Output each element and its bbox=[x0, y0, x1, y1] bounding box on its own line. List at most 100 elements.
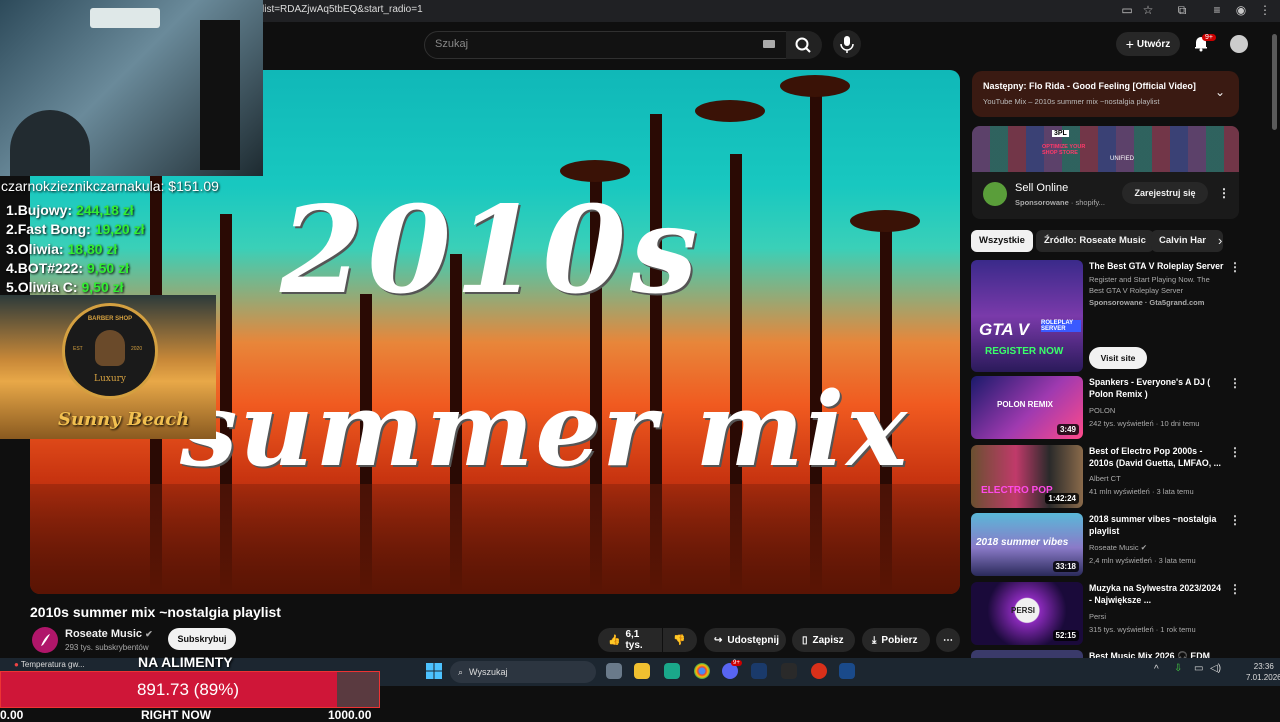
barber-face-graphic bbox=[95, 330, 125, 366]
page-scrollbar[interactable] bbox=[1272, 34, 1277, 130]
channel-name-text: Roseate Music bbox=[1089, 543, 1139, 552]
save-label: Zapisz bbox=[812, 634, 844, 646]
channel-name[interactable]: Roseate Music ✔ bbox=[65, 628, 153, 640]
kebab-menu-icon[interactable]: ⋮ bbox=[1229, 376, 1241, 390]
more-actions-button[interactable]: ⋯ bbox=[936, 628, 960, 652]
task-view-icon[interactable] bbox=[606, 663, 622, 679]
ad-banner-optimize: OPTIMIZE YOUR SHOP STORE bbox=[1042, 144, 1086, 156]
sponsored-video-item[interactable]: GTA V ROLEPLAY SERVER REGISTER NOW The B… bbox=[971, 260, 1261, 372]
subscriber-count: 293 tys. subskrybentów bbox=[65, 643, 149, 652]
video-title[interactable]: Muzyka na Sylwestra 2023/2024 - Najwięks… bbox=[1089, 582, 1224, 606]
subscribe-button[interactable]: Subskrybuj bbox=[168, 628, 236, 650]
ad-collage-graphic bbox=[972, 126, 1239, 172]
epic-games-icon[interactable] bbox=[781, 663, 797, 679]
steam-icon[interactable] bbox=[839, 663, 855, 679]
video-thumbnail[interactable]: PERSI 52:15 bbox=[971, 582, 1083, 645]
channel-avatar[interactable] bbox=[32, 627, 58, 653]
recommended-video-item[interactable]: PERSI 52:15 Muzyka na Sylwestra 2023/202… bbox=[971, 582, 1261, 646]
recommended-video-item[interactable]: Best Music Mix 2026 🎧 EDM bbox=[971, 650, 1261, 658]
video-thumbnail[interactable] bbox=[971, 650, 1083, 658]
video-thumbnail[interactable]: POLON REMIX 3:49 bbox=[971, 376, 1083, 439]
tray-chevron-up-icon[interactable]: ^ bbox=[1154, 664, 1159, 675]
kebab-menu-icon[interactable]: ⋮ bbox=[1229, 445, 1241, 459]
extensions-icon[interactable]: ⧉ bbox=[1175, 3, 1189, 17]
verified-check-icon: ✔ bbox=[145, 629, 153, 639]
video-title[interactable]: Best Music Mix 2026 🎧 EDM bbox=[1089, 650, 1224, 658]
barber-shop-logo: BARBER SHOP EST 2020 Luxury bbox=[62, 303, 158, 399]
cast-icon[interactable]: ▭ bbox=[1120, 3, 1134, 17]
video-duration: 33:18 bbox=[1052, 561, 1079, 572]
video-title[interactable]: 2018 summer vibes ~nostalgia playlist bbox=[1089, 513, 1224, 537]
kebab-menu-icon[interactable]: ⋮ bbox=[1218, 186, 1230, 200]
video-title[interactable]: The Best GTA V Roleplay Server bbox=[1089, 260, 1224, 272]
kebab-menu-icon[interactable]: ⋮ bbox=[1229, 513, 1241, 527]
video-meta: 315 tys. wyświetleń · 1 rok temu bbox=[1089, 625, 1196, 634]
logo-top-text: BARBER SHOP bbox=[87, 316, 133, 322]
file-explorer-icon[interactable] bbox=[634, 663, 650, 679]
video-thumbnail[interactable]: GTA V ROLEPLAY SERVER REGISTER NOW bbox=[971, 260, 1083, 372]
ad-banner-image[interactable]: 3PL OPTIMIZE YOUR SHOP STORE UNIFIED bbox=[972, 126, 1239, 172]
leaderboard-row: 4.BOT#222: 9,50 zł bbox=[6, 259, 129, 276]
keyboard-icon[interactable] bbox=[763, 40, 775, 48]
channel-name[interactable]: Roseate Music ✔ bbox=[1089, 543, 1147, 552]
thermometer-icon: ● bbox=[14, 660, 19, 669]
kebab-menu-icon[interactable]: ⋮ bbox=[1229, 582, 1241, 596]
goal-scale: 0.00 RIGHT NOW 1000.00 bbox=[0, 708, 380, 722]
thumb-text: ELECTRO POP bbox=[981, 485, 1053, 496]
video-title[interactable]: Best of Electro Pop 2000s - 2010s (David… bbox=[1089, 445, 1224, 469]
reading-list-icon[interactable]: ≡ bbox=[1210, 3, 1224, 17]
palm-frond-graphic bbox=[560, 160, 630, 182]
video-thumbnail[interactable]: ELECTRO POP 1:42:24 bbox=[971, 445, 1083, 508]
ad-register-button[interactable]: Zarejestruj się bbox=[1122, 182, 1208, 204]
verified-check-icon: ✔ bbox=[1140, 543, 1147, 552]
volume-icon[interactable]: ◁) bbox=[1210, 663, 1221, 674]
save-button[interactable]: ▯ Zapisz bbox=[792, 628, 855, 652]
up-next-card[interactable]: Następny: Flo Rida - Good Feeling [Offic… bbox=[972, 71, 1239, 117]
chrome-icon[interactable] bbox=[694, 663, 710, 679]
video-title[interactable]: Spankers - Everyone's A DJ ( Polon Remix… bbox=[1089, 376, 1224, 400]
up-next-subtitle: YouTube Mix – 2010s summer mix ~nostalgi… bbox=[983, 97, 1160, 106]
voice-search-button[interactable] bbox=[833, 30, 861, 58]
recommended-video-item[interactable]: POLON REMIX 3:49 Spankers - Everyone's A… bbox=[971, 376, 1261, 440]
chevron-right-icon[interactable]: › bbox=[1218, 233, 1222, 248]
account-avatar[interactable] bbox=[1230, 35, 1248, 53]
kebab-menu-icon[interactable]: ⋮ bbox=[1229, 260, 1241, 274]
network-icon[interactable]: ▭ bbox=[1194, 663, 1203, 674]
search-input[interactable]: Szukaj bbox=[424, 31, 788, 59]
thumb-text: ROLEPLAY SERVER bbox=[1041, 320, 1081, 332]
chip-all[interactable]: Wszystkie bbox=[971, 230, 1033, 252]
browser-profile-icon[interactable]: ◉ bbox=[1234, 3, 1248, 17]
taskbar-clock[interactable]: 23:36 7.01.2026 bbox=[1246, 661, 1280, 683]
video-thumbnail[interactable]: 2018 summer vibes 33:18 bbox=[971, 513, 1083, 576]
bookmark-star-icon[interactable]: ☆ bbox=[1141, 3, 1155, 17]
app-icon[interactable] bbox=[664, 663, 680, 679]
app-icon[interactable] bbox=[811, 663, 827, 679]
search-button[interactable] bbox=[786, 31, 822, 59]
donation-leaderboard: 1.Bujowy: 244,18 zł 2.Fast Bong: 19,20 z… bbox=[6, 201, 145, 297]
visit-site-button[interactable]: Visit site bbox=[1089, 347, 1147, 369]
recommended-video-item[interactable]: ELECTRO POP 1:42:24 Best of Electro Pop … bbox=[971, 445, 1261, 509]
chevron-down-icon[interactable]: ⌄ bbox=[1215, 85, 1225, 99]
steam-icon[interactable] bbox=[751, 663, 767, 679]
recommended-video-item[interactable]: 2018 summer vibes 33:18 2018 summer vibe… bbox=[971, 513, 1261, 577]
channel-name[interactable]: Persi bbox=[1089, 612, 1106, 621]
ad-sponsor-line: Sponsorowane · shopify... bbox=[1015, 198, 1105, 207]
windows-start-button[interactable] bbox=[426, 663, 442, 679]
like-button[interactable]: 👍 6,1 tys. bbox=[598, 628, 662, 652]
share-button[interactable]: ↪ Udostępnij bbox=[704, 628, 786, 652]
channel-name[interactable]: POLON bbox=[1089, 406, 1115, 415]
download-button[interactable]: ⤓ Pobierz bbox=[862, 628, 930, 652]
weather-widget[interactable]: ● Temperatura gw... bbox=[14, 660, 85, 669]
dislike-button[interactable]: 👎 bbox=[663, 628, 697, 652]
create-button[interactable]: + Utwórz bbox=[1116, 32, 1180, 56]
ad-card[interactable]: Sell Online Sponsorowane · shopify... Za… bbox=[972, 172, 1239, 219]
channel-name[interactable]: Albert CT bbox=[1089, 474, 1121, 483]
chip-source-channel[interactable]: Źródło: Roseate Music bbox=[1036, 230, 1154, 252]
logo-luxury-text: Luxury bbox=[93, 374, 127, 384]
chip-calvin-harris[interactable]: Calvin Har bbox=[1151, 230, 1223, 252]
tray-download-icon[interactable]: ⇩ bbox=[1174, 663, 1182, 674]
browser-menu-icon[interactable]: ⋮ bbox=[1258, 3, 1272, 17]
weather-label: Temperatura gw... bbox=[20, 660, 85, 669]
taskbar-search[interactable]: ⌕ Wyszukaj bbox=[450, 661, 596, 683]
address-bar-url[interactable]: list=RDAZjwAq5tbEQ&start_radio=1 bbox=[262, 4, 423, 15]
